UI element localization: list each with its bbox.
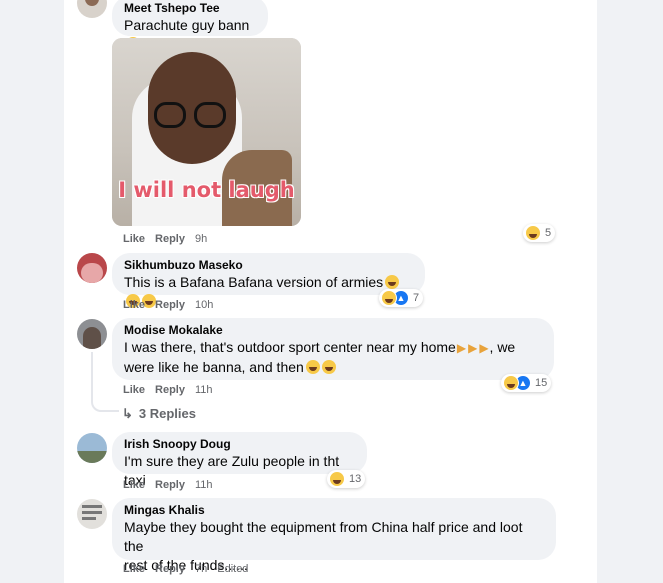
comment-actions: Like Reply 10h (123, 299, 213, 311)
reaction-count: 7 (413, 292, 420, 304)
emoji (385, 275, 400, 289)
timestamp[interactable]: 11h (195, 384, 213, 396)
edited-label: Edited (217, 563, 249, 575)
timestamp[interactable]: 10h (195, 299, 213, 311)
reply-link[interactable]: Reply (155, 384, 185, 396)
timestamp[interactable]: 9h (195, 233, 207, 245)
comment-image[interactable]: I will not laugh (112, 38, 301, 226)
avatar[interactable] (77, 319, 107, 349)
person-running-emoji: ▶ (468, 341, 478, 355)
comment-bubble: Sikhumbuzo Maseko This is a Bafana Bafan… (112, 253, 425, 308)
haha-reaction-icon (329, 471, 345, 487)
emoji (305, 360, 320, 374)
like-link[interactable]: Like (123, 233, 145, 245)
avatar[interactable] (77, 499, 107, 529)
comment-actions: Like Reply 11h (123, 479, 213, 491)
like-link[interactable]: Like (123, 479, 145, 491)
comment-text: Maybe they bought the equipment from Chi… (124, 519, 523, 554)
avatar[interactable] (77, 253, 107, 283)
comment-bubble: Irish Snoopy Doug I'm sure they are Zulu… (112, 432, 367, 488)
comment-text: , we (489, 339, 516, 355)
reaction-summary[interactable]: ▲ 7 (379, 289, 424, 307)
comment-text: I was there, that's outdoor sport center… (124, 339, 456, 355)
comment-bubble: Meet Tshepo Tee Parachute guy bann (112, 0, 268, 51)
haha-reaction-icon (381, 290, 397, 306)
haha-reaction-icon (503, 375, 519, 391)
haha-reaction-icon (525, 225, 541, 241)
comment-actions: Like Reply 7h Edited (123, 563, 248, 575)
comment-author[interactable]: Irish Snoopy Doug (124, 436, 355, 452)
reply-link[interactable]: Reply (155, 479, 185, 491)
like-link[interactable]: Like (123, 299, 145, 311)
reaction-summary[interactable]: 13 (327, 470, 366, 488)
like-link[interactable]: Like (123, 384, 145, 396)
replies-count: 3 Replies (138, 406, 196, 421)
comment-bubble: Mingas Khalis Maybe they bought the equi… (112, 498, 556, 573)
emoji (321, 360, 336, 374)
reaction-summary[interactable]: ▲ 15 (501, 374, 552, 392)
comment-actions: Like Reply 11h (123, 384, 213, 396)
comment-author[interactable]: Meet Tshepo Tee (124, 0, 256, 16)
reply-link[interactable]: Reply (155, 563, 185, 575)
like-link[interactable]: Like (123, 563, 145, 575)
comment-author[interactable]: Modise Mokalake (124, 322, 542, 338)
view-replies-link[interactable]: ↳ 3 Replies (122, 406, 196, 422)
reaction-count: 13 (349, 473, 362, 485)
timestamp[interactable]: 11h (195, 479, 213, 491)
reply-link[interactable]: Reply (155, 233, 185, 245)
comment-bubble: Modise Mokalake I was there, that's outd… (112, 318, 554, 380)
comment-actions: Like Reply 9h (123, 233, 207, 245)
comment-author[interactable]: Mingas Khalis (124, 502, 544, 518)
reaction-count: 15 (535, 377, 548, 389)
person-running-emoji: ▶ (456, 341, 467, 355)
comment-text: were like he banna, and then (124, 359, 304, 375)
reaction-summary[interactable]: 5 (523, 224, 556, 242)
reply-link[interactable]: Reply (155, 299, 185, 311)
comment-text: Parachute guy bann (124, 17, 250, 33)
comment-author[interactable]: Sikhumbuzo Maseko (124, 257, 413, 273)
reply-arrow-icon: ↳ (122, 406, 133, 421)
avatar[interactable] (77, 433, 107, 463)
right-gutter (597, 0, 663, 583)
meme-caption: I will not laugh (118, 178, 295, 202)
comment-text: This is a Bafana Bafana version of armie… (124, 274, 384, 290)
person-running-emoji: ▶ (479, 341, 489, 355)
reaction-count: 5 (545, 227, 552, 239)
timestamp[interactable]: 7h (195, 563, 207, 575)
